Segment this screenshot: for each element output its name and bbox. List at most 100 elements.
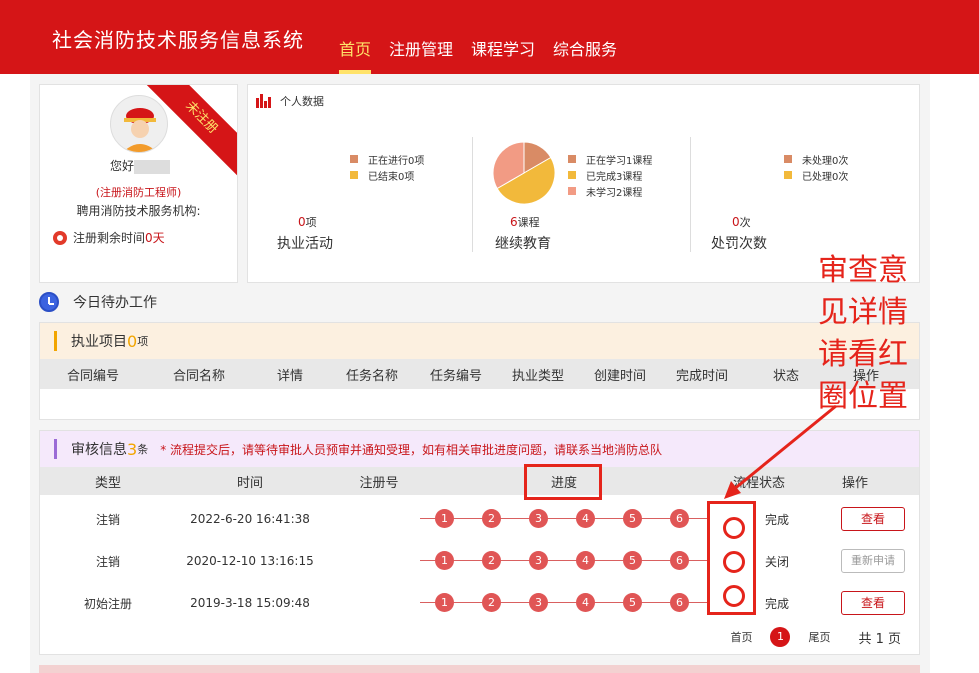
step-node: 5 [623,509,642,528]
row-type: 初始注册 [83,596,132,611]
audit-count: 3 [127,439,138,459]
next-panel-edge [39,665,920,673]
penalty-count: 0次 [732,214,751,230]
first-page-link[interactable]: 首页 [730,629,752,645]
practice-legend: 正在进行0项 已结束0项 [350,151,424,183]
step-node: 3 [529,593,548,612]
remaining-value: 0天 [145,231,165,245]
legend-text: 已结束0项 [368,171,415,183]
step-node: 3 [529,551,548,570]
step-node: 2 [482,551,501,570]
firefighter-avatar [110,95,168,153]
accent-bar [54,439,57,459]
nav-home[interactable]: 首页 [339,38,372,74]
row-time: 2019-3-18 15:09:48 [190,596,310,610]
audit-row: 注销 2022-6-20 16:41:38 1 2 3 4 5 6 完成 查看 [40,501,919,537]
practice-label: 执业活动 [277,236,333,252]
legend-text: 正在学习1课程 [586,155,653,167]
reapply-button[interactable]: 重新申请 [841,549,905,573]
legend-swatch [350,171,358,179]
education-label: 继续教育 [495,236,551,252]
col-operation: 操作 [841,475,868,491]
view-button[interactable]: 查看 [841,507,905,531]
col-contract-no: 合同编号 [66,368,119,384]
legend-text: 正在进行0项 [368,155,425,167]
legend-text: 未处理0次 [802,155,849,167]
step-node: 2 [482,593,501,612]
exec-project-panel: 执业项目 0 项 合同编号 合同名称 详情 任务名称 任务编号 执业类型 创建时间 … [39,322,920,420]
step-node: 4 [576,593,595,612]
step-node: 6 [670,509,689,528]
total-pages: 共 1 页 [858,631,901,647]
legend-swatch [784,155,792,163]
row-status: 完成 [765,596,790,611]
practice-count-unit: 项 [305,216,317,229]
top-header: 社会消防技术服务信息系统 首页 注册管理 课程学习 综合服务 [0,0,979,74]
step-node: 5 [623,551,642,570]
remaining-label: 注册剩余时间 [73,231,146,245]
step-node: 1 [435,509,454,528]
todo-heading: 今日待办工作 [39,292,157,312]
row-status: 完成 [765,512,790,527]
audit-header: 审核信息 3 条 * 流程提交后，请等待审批人员预审并通知受理，如有相关审批进度问题… [40,431,919,467]
practice-count: 0项 [298,214,317,230]
name-redacted [134,159,171,174]
exec-title: 执业项目 [71,334,127,350]
current-page[interactable]: 1 [770,627,791,647]
audit-notice: * 流程提交后，请等待审批人员预审并通知受理，如有相关审批进度问题，请联系当地消… [160,442,663,457]
legend-swatch [784,171,792,179]
step-node: 1 [435,593,454,612]
profile-card: 未注册 您好 (注册消防工程师) 聘用消防技术服务机构: 注册剩余时间 0天 [39,84,238,283]
penalty-label: 处罚次数 [711,236,767,252]
penalty-count-unit: 次 [739,216,751,229]
education-count-value: 6 [510,215,518,229]
col-practice-type: 执业类型 [511,368,564,384]
alarm-clock-icon [39,292,59,312]
remaining-time: 注册剩余时间 0天 [53,229,165,246]
education-legend: 正在学习1课程 已完成3课程 未学习2课程 [568,151,652,199]
nav-registration[interactable]: 注册管理 [389,38,453,74]
col-finished: 完成时间 [675,368,728,384]
progress-steps: 1 2 3 4 5 6 [420,551,710,571]
exec-table-header: 合同编号 合同名称 详情 任务名称 任务编号 执业类型 创建时间 完成时间 状态… [40,359,919,389]
annotation-ring [723,551,745,573]
exec-unit: 项 [137,335,149,348]
personal-data-title: 个人数据 [280,95,324,108]
row-status: 关闭 [765,554,790,569]
row-time: 2020-12-10 13:16:15 [186,554,314,568]
col-task-name: 任务名称 [345,368,398,384]
penalty-legend: 未处理0次 已处理0次 [784,151,848,183]
todo-title: 今日待办工作 [73,295,157,311]
audit-table-header: 类型 时间 注册号 进度 流程状态 操作 [40,467,919,495]
col-flow-status: 流程状态 [732,475,785,491]
exec-count: 0 [127,331,138,351]
penalty-count-value: 0 [732,215,740,229]
annotation-ring [723,517,745,539]
legend-swatch [350,155,358,163]
personal-data-heading: 个人数据 [256,93,324,109]
annotation-ring [723,585,745,607]
col-type: 类型 [94,475,121,491]
step-node: 1 [435,551,454,570]
step-node: 4 [576,509,595,528]
step-node: 6 [670,551,689,570]
audit-row: 注销 2020-12-10 13:16:15 1 2 3 4 5 6 关闭 重新… [40,543,919,579]
nav-services[interactable]: 综合服务 [553,38,617,74]
row-type: 注销 [95,512,120,527]
nav-courses[interactable]: 课程学习 [471,38,535,74]
role-label: (注册消防工程师) [95,186,182,199]
bar-chart-icon [256,94,272,108]
progress-steps: 1 2 3 4 5 6 [420,509,710,529]
step-node: 4 [576,551,595,570]
col-created: 创建时间 [593,368,646,384]
audit-unit: 条 [137,443,149,456]
legend-swatch [568,187,576,195]
education-count-unit: 课程 [517,216,540,229]
education-count: 6课程 [510,214,540,230]
legend-text: 已完成3课程 [586,171,643,183]
annotation-progress-box [524,464,602,500]
view-button[interactable]: 查看 [841,591,905,615]
main-nav: 首页 注册管理 课程学习 综合服务 [339,38,635,74]
last-page-link[interactable]: 尾页 [808,629,830,645]
annotation-text: 审查意见详情请看红圈位置 [818,253,908,414]
